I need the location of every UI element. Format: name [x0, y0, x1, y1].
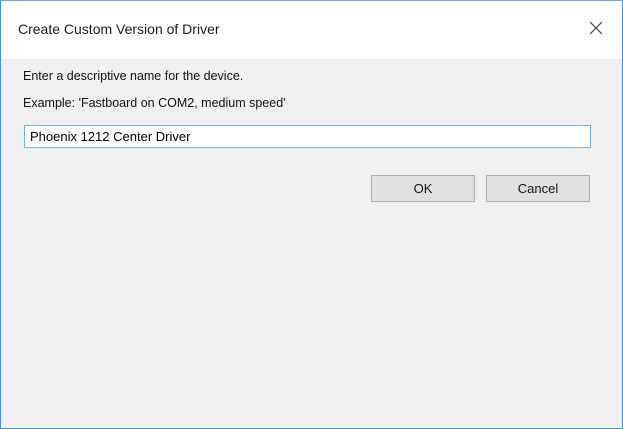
- cancel-button[interactable]: Cancel: [486, 175, 590, 202]
- example-label: Example: 'Fastboard on COM2, medium spee…: [23, 96, 286, 110]
- create-custom-driver-dialog: Create Custom Version of Driver Enter a …: [0, 0, 623, 429]
- dialog-title: Create Custom Version of Driver: [18, 21, 220, 37]
- ok-button[interactable]: OK: [371, 175, 475, 202]
- close-button[interactable]: [576, 9, 622, 49]
- device-name-input[interactable]: [24, 125, 591, 148]
- close-icon: [589, 21, 603, 35]
- prompt-label: Enter a descriptive name for the device.: [23, 69, 244, 83]
- title-bar: Create Custom Version of Driver: [1, 1, 622, 59]
